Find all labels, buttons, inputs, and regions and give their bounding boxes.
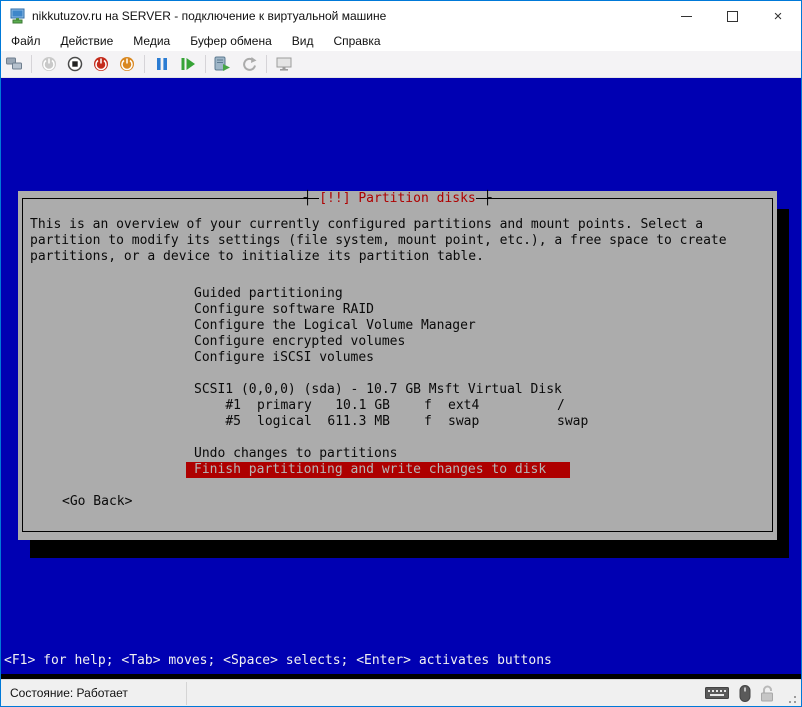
resize-grip[interactable]	[786, 692, 798, 704]
vm-app-icon	[10, 8, 26, 24]
checkpoint-button[interactable]	[211, 52, 235, 76]
partition-number: #5	[194, 414, 241, 430]
partition-disks-dialog: ┤ [!!] Partition disks ├ This is an over…	[18, 191, 777, 540]
partition-fs: ext4	[448, 398, 495, 414]
start-button	[37, 52, 61, 76]
maximize-icon	[727, 11, 738, 22]
undo-changes-item[interactable]: Undo changes to partitions	[194, 446, 398, 462]
toolbar-separator	[266, 55, 267, 73]
keyboard-status-icon	[705, 685, 729, 706]
menu-media[interactable]: Медиа	[123, 31, 180, 51]
partition-row[interactable]: #5logical611.3 MBfswapswap	[194, 414, 588, 430]
menu-help[interactable]: Справка	[323, 31, 390, 51]
revert-icon	[241, 56, 257, 72]
border-tick-left: ┤	[304, 191, 320, 206]
partition-mount: swap	[557, 414, 588, 430]
menu-item-software-raid[interactable]: Configure software RAID	[194, 302, 374, 318]
save-icon	[119, 56, 135, 72]
minimize-button[interactable]	[663, 1, 709, 31]
mouse-status-icon	[739, 685, 751, 707]
partition-size: 10.1 GB	[312, 398, 390, 414]
menu-item-guided-partitioning[interactable]: Guided partitioning	[194, 286, 343, 302]
dialog-title-row: ┤ [!!] Partition disks ├	[18, 191, 777, 207]
enhanced-session-icon	[276, 56, 293, 72]
shut-down-button[interactable]	[89, 52, 113, 76]
installer-help-line: <F1> for help; <Tab> moves; <Space> sele…	[4, 653, 552, 669]
status-separator	[186, 682, 187, 705]
window-title: nikkutuzov.ru на SERVER - подключение к …	[32, 1, 386, 31]
intro-line: This is an overview of your currently co…	[30, 217, 703, 233]
enhanced-session-button	[272, 52, 296, 76]
close-icon: ×	[774, 9, 783, 24]
menu-item-lvm[interactable]: Configure the Logical Volume Manager	[194, 318, 476, 334]
shut-down-icon	[93, 56, 109, 72]
minimize-icon	[681, 16, 692, 17]
reset-icon	[180, 57, 196, 71]
checkpoint-icon	[214, 56, 232, 72]
pause-button[interactable]	[150, 52, 174, 76]
toolbar	[1, 51, 801, 78]
start-icon	[41, 56, 57, 72]
turn-off-button[interactable]	[63, 52, 87, 76]
dialog-title: [!!] Partition disks	[319, 191, 476, 206]
intro-line: partitions, or a device to initialize it…	[30, 249, 484, 265]
vm-screen[interactable]: ┤ [!!] Partition disks ├ This is an over…	[1, 78, 801, 679]
partition-type: primary	[257, 398, 312, 414]
go-back-button[interactable]: <Go Back>	[62, 494, 132, 510]
partition-row[interactable]: #1 primary10.1 GB f ext4 /	[194, 398, 565, 414]
partition-flag: f	[424, 398, 432, 414]
partition-size: 611.3 MB	[312, 414, 390, 430]
partition-type: logical	[257, 414, 312, 430]
ctrl-alt-del-icon	[6, 57, 23, 71]
toolbar-separator	[144, 55, 145, 73]
reset-button[interactable]	[176, 52, 200, 76]
menu-item-encrypted-volumes[interactable]: Configure encrypted volumes	[194, 334, 405, 350]
status-bar: Состояние: Работает	[1, 679, 801, 707]
menu-file[interactable]: Файл	[1, 31, 51, 51]
vmconnect-window: nikkutuzov.ru на SERVER - подключение к …	[0, 0, 802, 707]
menu-bar: Файл Действие Медиа Буфер обмена Вид Спр…	[1, 31, 801, 51]
partition-flag: f	[424, 414, 432, 430]
turn-off-icon	[67, 56, 83, 72]
toolbar-separator	[205, 55, 206, 73]
intro-line: partition to modify its settings (file s…	[30, 233, 727, 249]
menu-view[interactable]: Вид	[282, 31, 324, 51]
vm-status-text: Состояние: Работает	[10, 680, 128, 707]
unlock-status-icon	[760, 685, 775, 707]
revert-button	[237, 52, 261, 76]
partition-fs: swap	[448, 414, 495, 430]
menu-action[interactable]: Действие	[51, 31, 124, 51]
border-tick-right: ├	[476, 191, 492, 206]
ctrl-alt-del-button[interactable]	[2, 52, 26, 76]
toolbar-separator	[31, 55, 32, 73]
disk-header[interactable]: SCSI1 (0,0,0) (sda) - 10.7 GB Msft Virtu…	[194, 382, 562, 398]
pause-icon	[155, 57, 169, 71]
save-button[interactable]	[115, 52, 139, 76]
menu-clipboard[interactable]: Буфер обмена	[180, 31, 282, 51]
close-button[interactable]: ×	[755, 1, 801, 31]
titlebar: nikkutuzov.ru на SERVER - подключение к …	[1, 1, 801, 31]
maximize-button[interactable]	[709, 1, 755, 31]
partition-number: #1	[194, 398, 241, 414]
finish-partitioning-item-selected[interactable]: Finish partitioning and write changes to…	[186, 462, 570, 478]
partition-mount: /	[557, 398, 565, 414]
menu-item-iscsi-volumes[interactable]: Configure iSCSI volumes	[194, 350, 374, 366]
